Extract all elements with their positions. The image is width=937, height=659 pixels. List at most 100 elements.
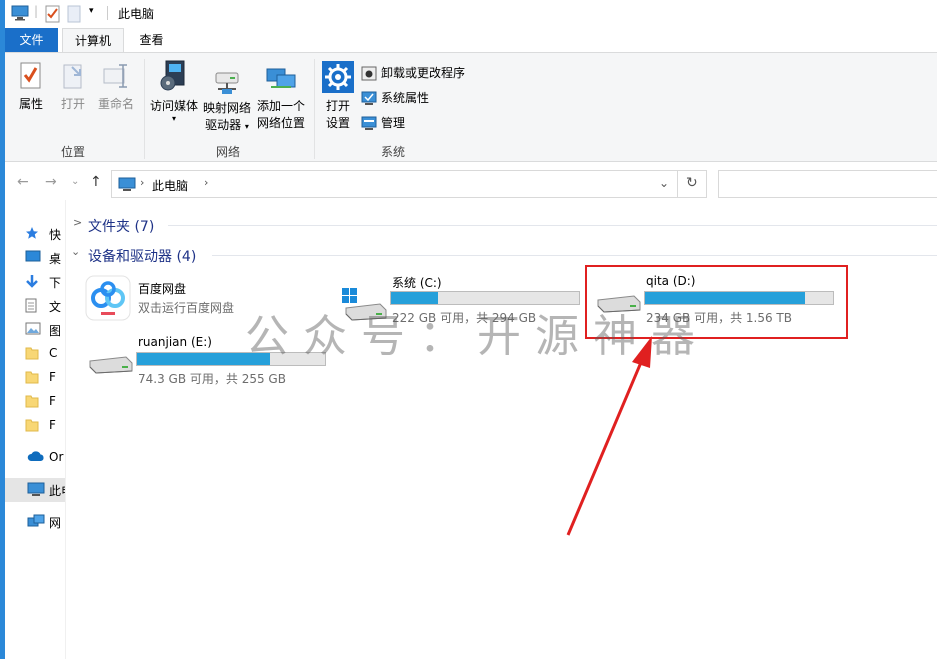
nav-item-label: C [49, 346, 58, 360]
forward-arrow-icon[interactable]: → [45, 174, 57, 190]
open-settings-label-line2: 设置 [325, 116, 350, 130]
drive-name: ruanjian (E:) [138, 335, 212, 349]
map-drive-label-line2: 驱动器 [205, 118, 242, 132]
folder-icon [25, 419, 39, 432]
uninstall-program-button[interactable]: 卸载或更改程序 [361, 64, 465, 82]
computer-icon [11, 5, 29, 24]
refresh-icon: ↻ [686, 175, 698, 191]
nav-item-label: 网 [49, 516, 62, 530]
nav-item-folder[interactable]: F [5, 390, 65, 414]
manage-button[interactable]: 管理 [361, 114, 405, 132]
folder-icon [25, 395, 39, 408]
ribbon: 属性 打开 重命名 位置 访问媒体 ▾ 映射网络 驱动器 ▾ 添加一个 网络位置… [5, 52, 937, 162]
nav-item-documents[interactable]: 文 [5, 294, 65, 318]
system-properties-label: 系统属性 [381, 91, 430, 105]
customize-dropdown-icon[interactable]: ▾ [89, 6, 94, 16]
breadcrumb-chevron-icon[interactable]: › [204, 176, 208, 189]
nav-item-network[interactable]: 网 [5, 510, 65, 534]
access-media-dropdown-icon: ▾ [171, 114, 176, 123]
explorer-window: | ▾ 此电脑 文件 计算机 查看 属性 打开 重命名 位置 访问媒体 ▾ 映射… [0, 0, 937, 659]
breadcrumb-this-pc[interactable]: 此电脑 [152, 177, 188, 194]
network-icon [27, 514, 45, 527]
map-drive-dropdown-icon: ▾ [244, 122, 249, 131]
folders-section-header[interactable]: > 文件夹 (7) [70, 214, 937, 236]
access-media-label: 访问媒体 [149, 99, 198, 113]
tab-view[interactable]: 查看 [126, 28, 177, 52]
address-bar[interactable]: › 此电脑 › ⌄ [111, 170, 678, 198]
collapse-chevron-icon: ⌄ [71, 245, 81, 258]
nav-item-quick-access[interactable]: 快 [5, 222, 65, 246]
group-divider [144, 59, 145, 159]
download-arrow-icon [26, 275, 38, 288]
address-dropdown-icon[interactable]: ⌄ [659, 176, 669, 190]
folders-section-title: 文件夹 (7) [88, 219, 155, 235]
group-divider [314, 59, 315, 159]
manage-icon [361, 116, 377, 130]
folder-icon [25, 371, 39, 384]
nav-item-pictures[interactable]: 图 [5, 318, 65, 342]
new-folder-quick-icon[interactable] [67, 5, 81, 26]
up-arrow-icon[interactable]: ↑ [90, 174, 102, 190]
manage-label: 管理 [381, 116, 406, 130]
nav-item-label: 此电 [49, 484, 65, 498]
nav-item-folder[interactable]: F [5, 414, 65, 438]
section-rule [212, 255, 937, 256]
baidu-netdisk-icon [85, 275, 131, 321]
map-network-drive-button[interactable]: 映射网络 驱动器 ▾ [201, 69, 253, 135]
system-group-label: 系统 [380, 145, 405, 159]
nav-item-onedrive[interactable]: Or [5, 446, 65, 470]
folder-icon [25, 347, 39, 360]
nav-item-desktop[interactable]: 桌 [5, 246, 65, 270]
address-row: ← → ⌄ ↑ › 此电脑 › ⌄ ↻ [5, 166, 937, 200]
nav-item-label: 下 [49, 276, 62, 290]
back-arrow-icon[interactable]: ← [17, 174, 29, 190]
nav-item-label: 文 [49, 300, 62, 314]
tab-computer[interactable]: 计算机 [62, 28, 124, 53]
nav-item-label: 图 [49, 324, 62, 338]
nav-item-label: Or [49, 450, 64, 464]
drive-name: 系统 (C:) [392, 276, 442, 290]
cloud-icon [27, 451, 44, 461]
add-network-location-icon [266, 68, 296, 88]
open-settings-button[interactable]: 打开 设置 [319, 61, 357, 132]
uninstall-label: 卸载或更改程序 [381, 66, 466, 80]
document-icon [25, 298, 37, 313]
title-separator [107, 6, 108, 20]
nav-item-downloads[interactable]: 下 [5, 270, 65, 294]
star-icon [26, 227, 38, 239]
expand-chevron-icon: > [73, 216, 83, 229]
rename-label: 重命名 [97, 97, 134, 111]
pictures-icon [25, 322, 41, 335]
separator: | [34, 4, 39, 18]
drive-info: 双击运行百度网盘 [138, 301, 235, 315]
add-location-label-line1: 添加一个 [256, 99, 305, 113]
open-label: 打开 [60, 97, 85, 111]
breadcrumb-chevron-icon[interactable]: › [140, 176, 144, 189]
devices-section-header[interactable]: ⌄ 设备和驱动器 (4) [70, 244, 937, 266]
title-bar: | ▾ 此电脑 [5, 0, 937, 28]
nav-item-folder[interactable]: F [5, 366, 65, 390]
location-group-label: 位置 [60, 145, 85, 159]
pane-divider [65, 200, 66, 659]
nav-item-this-pc[interactable]: 此电 [5, 478, 65, 502]
search-input[interactable] [718, 170, 937, 198]
network-group-label: 网络 [215, 145, 240, 159]
properties-button[interactable]: 属性 [13, 61, 49, 113]
nav-item-label: 快 [49, 228, 62, 242]
settings-gear-icon [322, 61, 354, 93]
access-media-button[interactable]: 访问媒体 ▾ [147, 59, 201, 123]
nav-item-label: F [49, 394, 56, 408]
open-button[interactable]: 打开 [55, 61, 91, 113]
section-rule [168, 225, 937, 226]
refresh-button[interactable]: ↻ [678, 170, 707, 198]
nav-item-label: F [49, 418, 56, 432]
ribbon-tabs: 文件 计算机 查看 [5, 28, 937, 53]
rename-button[interactable]: 重命名 [93, 61, 139, 113]
system-properties-button[interactable]: 系统属性 [361, 89, 429, 107]
nav-item-folder[interactable]: C [5, 342, 65, 366]
watermark-text: 公众号：开源神器 [245, 311, 709, 362]
tab-file[interactable]: 文件 [5, 28, 58, 52]
recent-locations-chevron-icon[interactable]: ⌄ [71, 176, 79, 187]
add-network-location-button[interactable]: 添加一个 网络位置 [253, 65, 309, 132]
properties-quick-icon[interactable] [45, 5, 61, 26]
